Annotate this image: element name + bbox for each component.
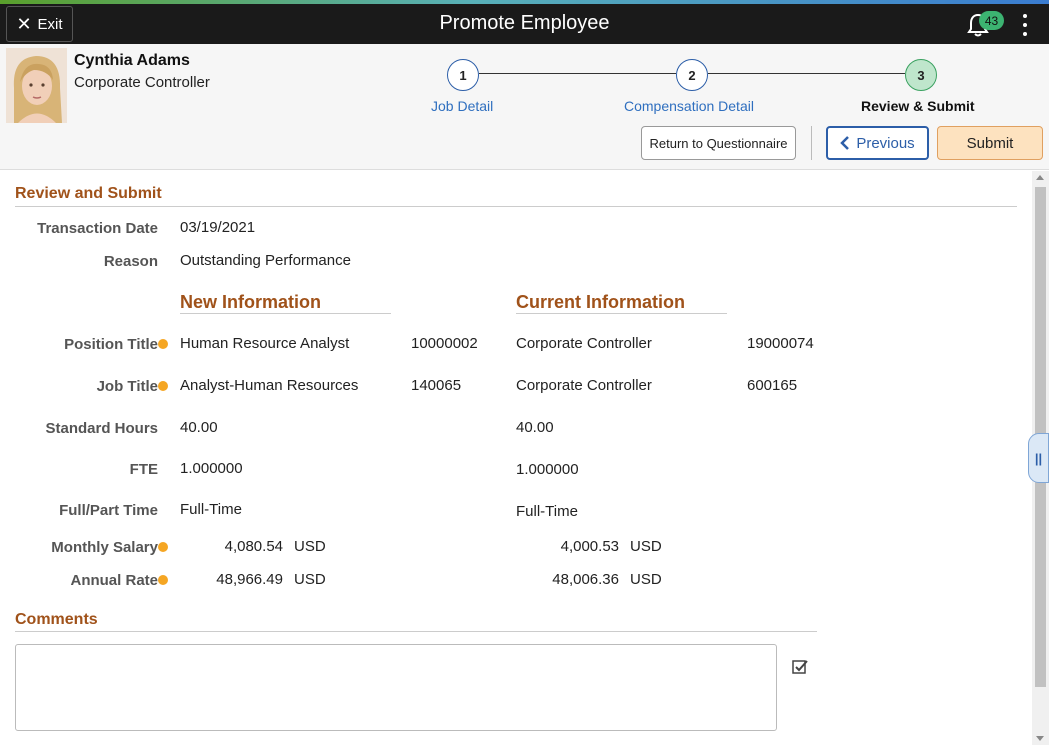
chevron-left-icon xyxy=(840,136,850,150)
return-to-questionnaire-button[interactable]: Return to Questionnaire xyxy=(641,126,796,160)
comments-section-title: Comments xyxy=(15,611,98,628)
new-info-divider xyxy=(180,313,391,314)
monthly-salary-label: Monthly Salary xyxy=(51,539,158,556)
more-options-icon[interactable] xyxy=(1018,12,1032,38)
employee-title: Corporate Controller xyxy=(74,74,210,91)
current-info-divider xyxy=(516,313,727,314)
new-job-code: 140065 xyxy=(411,377,462,394)
comments-textarea[interactable] xyxy=(15,644,777,731)
divider xyxy=(811,126,812,160)
step-review-submit: Review & Submit xyxy=(861,98,975,114)
current-full-part-time: Full-Time xyxy=(516,503,578,520)
comments-divider xyxy=(15,631,817,632)
new-monthly-salary: 4,080.54 xyxy=(224,538,283,555)
standard-hours-label: Standard Hours xyxy=(45,420,158,437)
new-full-part-time: Full-Time xyxy=(180,501,242,518)
current-monthly-currency: USD xyxy=(630,538,662,555)
step-3-circle: 3 xyxy=(905,59,937,91)
current-information-heading: Current Information xyxy=(516,292,685,312)
scroll-down-icon[interactable] xyxy=(1036,736,1044,741)
current-annual-rate: 48,006.36 xyxy=(552,571,619,588)
current-annual-currency: USD xyxy=(630,571,662,588)
pause-bars-icon: || xyxy=(1034,450,1043,466)
job-title-label: Job Title xyxy=(96,378,158,395)
avatar xyxy=(6,48,67,123)
current-job-title: Corporate Controller xyxy=(516,377,652,394)
step-compensation-detail[interactable]: Compensation Detail xyxy=(624,98,754,114)
position-title-label: Position Title xyxy=(64,336,158,353)
fte-label: FTE xyxy=(129,461,158,478)
changed-indicator-icon xyxy=(158,542,168,552)
new-annual-currency: USD xyxy=(294,571,326,588)
train-connector xyxy=(708,73,905,74)
submit-button[interactable]: Submit xyxy=(937,126,1043,160)
new-annual-rate: 48,966.49 xyxy=(216,571,283,588)
reason-label: Reason xyxy=(103,253,158,270)
new-fte: 1.000000 xyxy=(180,460,243,477)
train-connector xyxy=(479,73,676,74)
new-information-heading: New Information xyxy=(180,292,322,312)
new-monthly-currency: USD xyxy=(294,538,326,555)
new-standard-hours: 40.00 xyxy=(180,419,218,436)
review-content: Review and Submit Transaction Date 03/19… xyxy=(0,171,1032,745)
annual-rate-label: Annual Rate xyxy=(70,572,158,589)
current-position-title: Corporate Controller xyxy=(516,335,652,352)
changed-indicator-icon xyxy=(158,339,168,349)
new-position-number: 10000002 xyxy=(411,335,478,352)
page-title: Promote Employee xyxy=(439,12,610,34)
new-position-title: Human Resource Analyst xyxy=(180,335,350,352)
scroll-up-icon[interactable] xyxy=(1036,175,1044,180)
full-part-time-label: Full/Part Time xyxy=(59,502,158,519)
side-panel-toggle[interactable]: || xyxy=(1028,433,1049,483)
step-1-circle[interactable]: 1 xyxy=(447,59,479,91)
previous-button[interactable]: Previous xyxy=(826,126,929,160)
employee-header: Cynthia Adams Corporate Controller 1 2 3… xyxy=(0,44,1049,170)
current-position-number: 19000074 xyxy=(747,335,814,352)
current-standard-hours: 40.00 xyxy=(516,419,554,436)
section-divider xyxy=(15,206,1017,207)
previous-label: Previous xyxy=(856,134,915,152)
banner: ✕ Exit Promote Employee 43 xyxy=(0,4,1049,44)
notification-badge: 43 xyxy=(979,11,1004,30)
step-2-circle[interactable]: 2 xyxy=(676,59,708,91)
transaction-date-value: 03/19/2021 xyxy=(180,219,256,236)
current-job-code: 600165 xyxy=(747,377,798,394)
changed-indicator-icon xyxy=(158,575,168,585)
employee-name: Cynthia Adams xyxy=(74,52,190,69)
edit-icon[interactable] xyxy=(792,658,809,675)
new-job-title: Analyst-Human Resources xyxy=(180,377,359,394)
current-fte: 1.000000 xyxy=(516,461,579,478)
review-section-title: Review and Submit xyxy=(15,185,162,202)
step-job-detail[interactable]: Job Detail xyxy=(431,98,493,114)
transaction-date-label: Transaction Date xyxy=(37,220,158,237)
reason-value: Outstanding Performance xyxy=(180,252,351,269)
changed-indicator-icon xyxy=(158,381,168,391)
current-monthly-salary: 4,000.53 xyxy=(560,538,619,555)
